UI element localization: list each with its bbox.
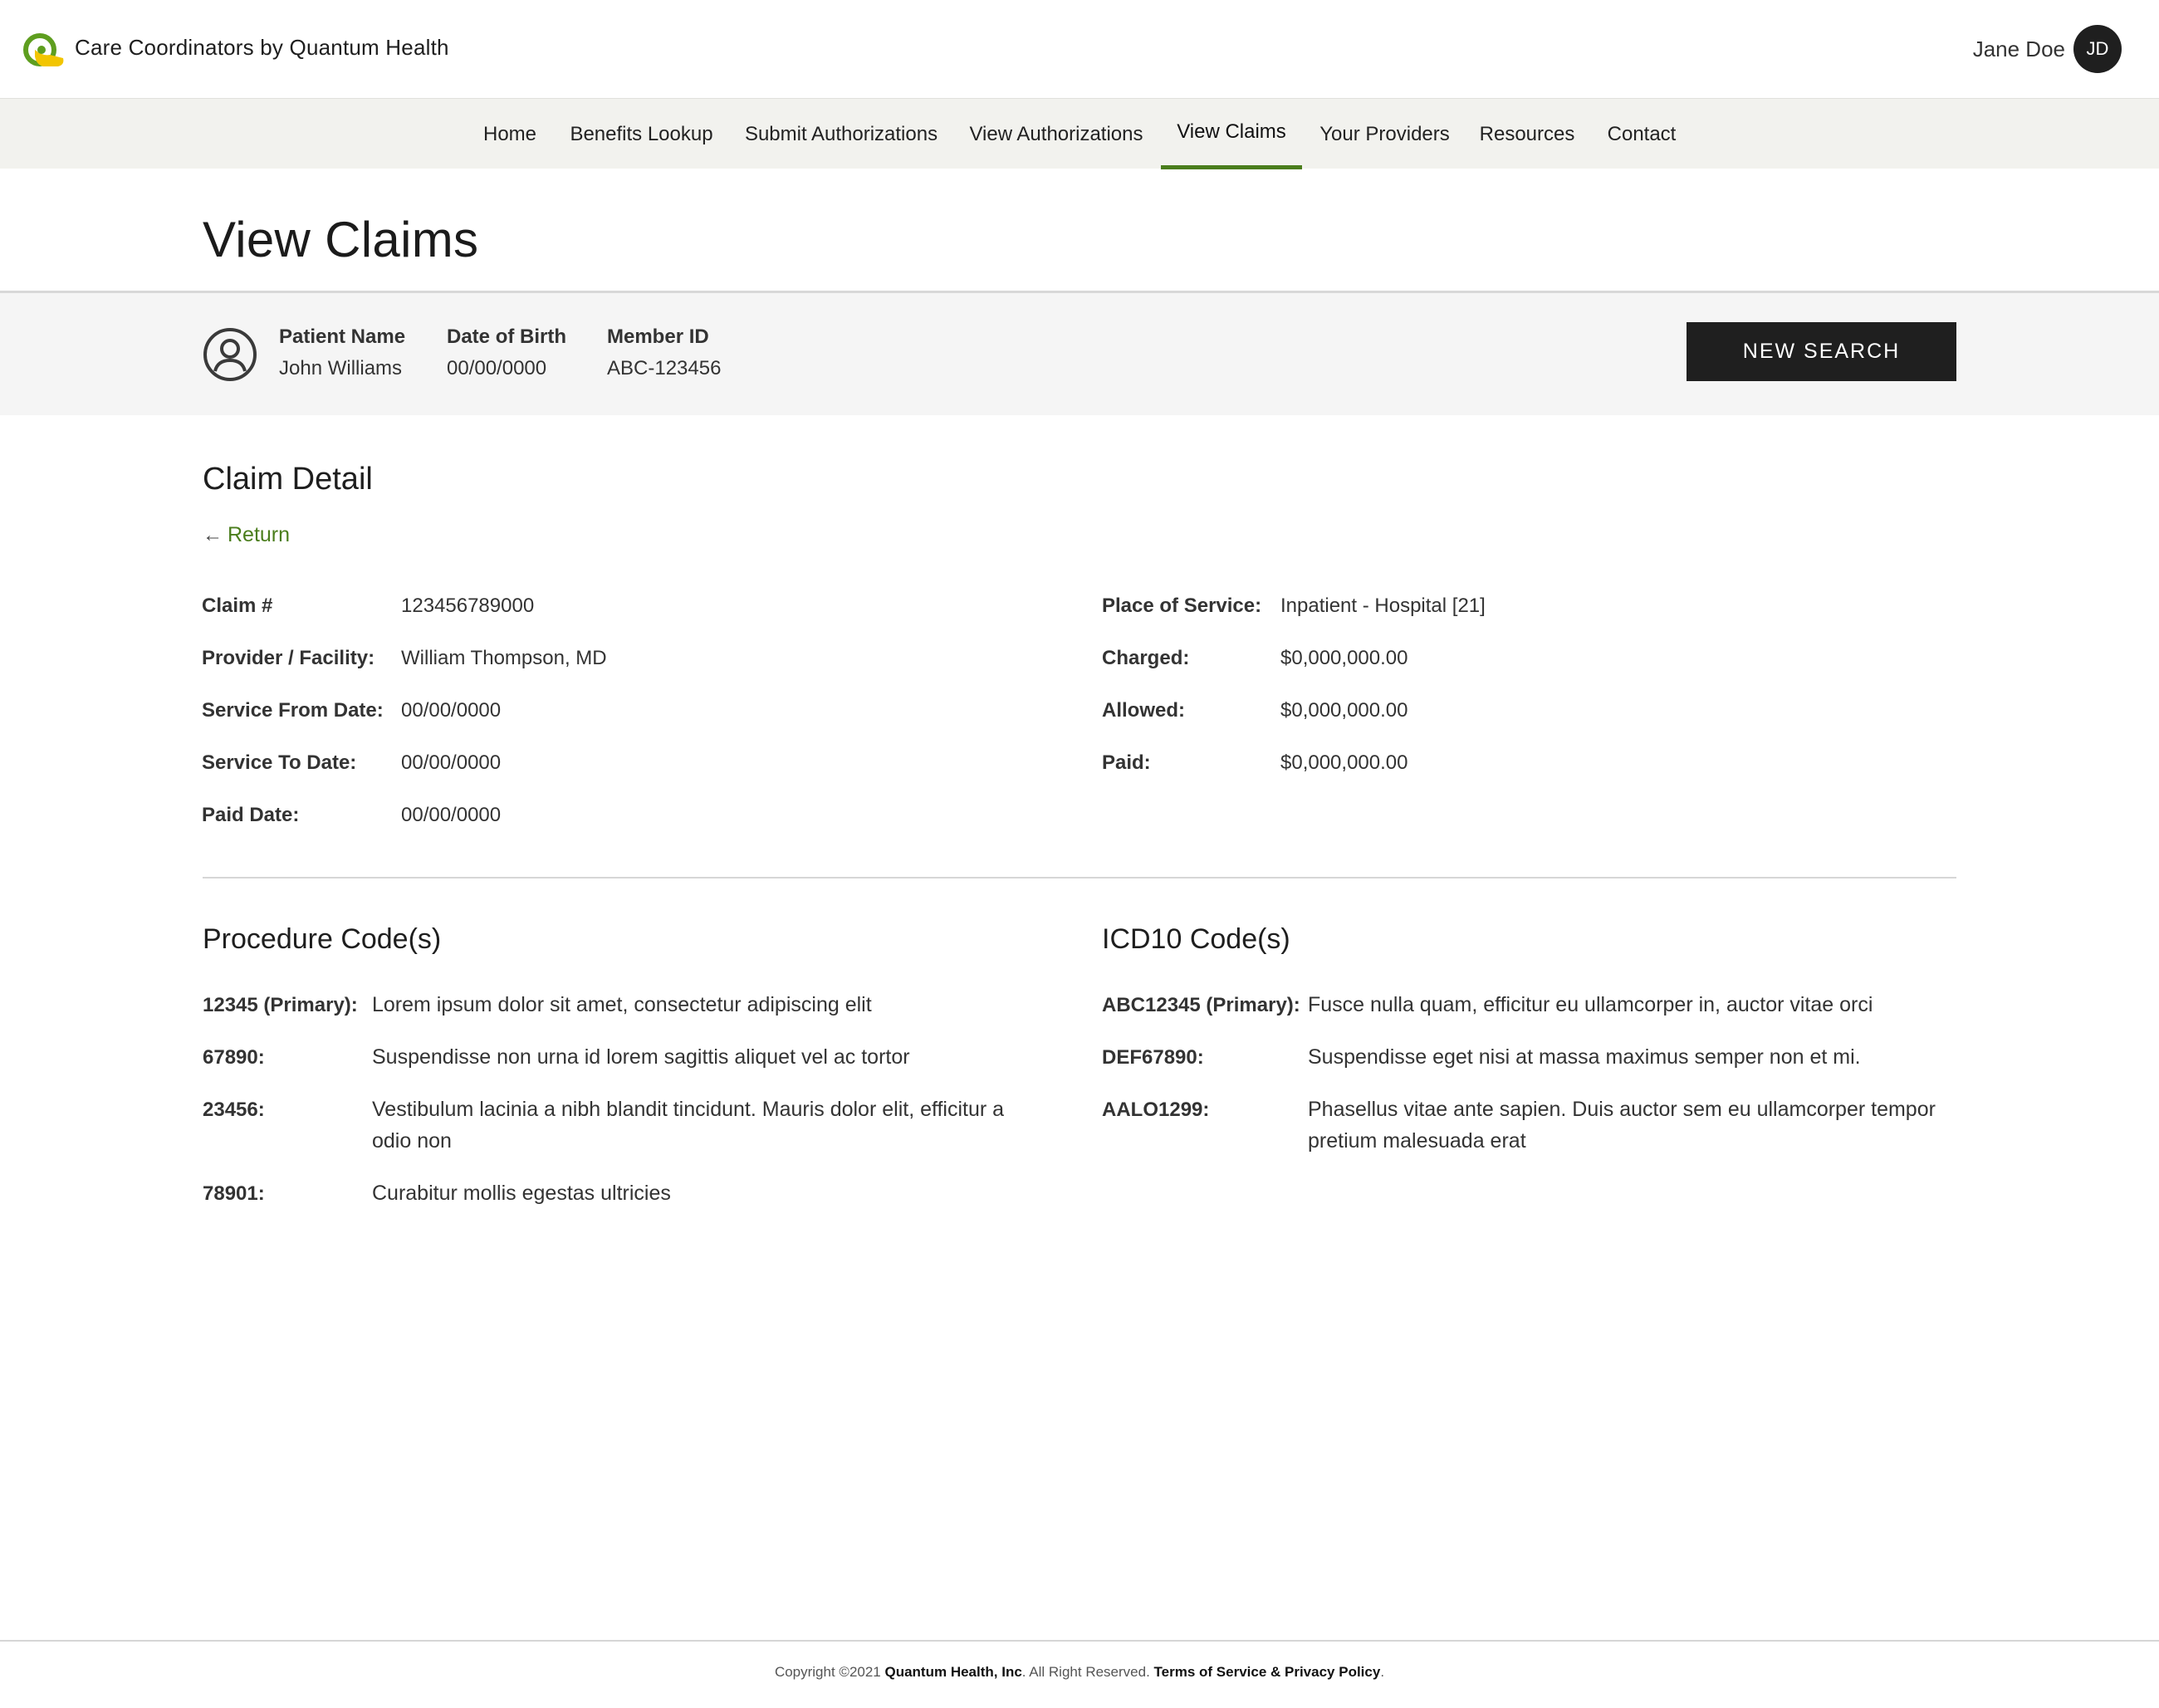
icd10-description: Suspendisse eget nisi at massa maximus s… [1308, 1045, 1861, 1069]
paid-label: Paid: [1102, 751, 1151, 774]
procedure-code: 23456: [203, 1099, 265, 1121]
charged-value: $0,000,000.00 [1280, 647, 1408, 669]
provider-value: William Thompson, MD [401, 647, 607, 669]
paid-date-label: Paid Date: [202, 804, 300, 826]
procedure-description: Curabitur mollis egestas ultricies [372, 1182, 671, 1205]
icd10-code: DEF67890: [1102, 1046, 1204, 1069]
user-avatar[interactable]: JD [2073, 25, 2122, 73]
procedure-description: Suspendisse non urna id lorem sagittis a… [372, 1045, 910, 1069]
dob-label: Date of Birth [447, 325, 566, 348]
footer-divider [0, 1640, 2159, 1642]
claim-number-value: 123456789000 [401, 595, 535, 617]
rights-text: . All Right Reserved. [1021, 1664, 1154, 1680]
service-from-value: 00/00/0000 [401, 699, 502, 722]
nav-item-view-authorizations[interactable]: View Authorizations [963, 99, 1149, 169]
claim-number-label: Claim # [202, 595, 273, 617]
icd10-description: Fusce nulla quam, efficitur eu ullamcorp… [1308, 993, 1873, 1016]
nav-item-your-providers[interactable]: Your Providers [1312, 99, 1457, 169]
procedure-code: 12345 (Primary): [203, 994, 358, 1016]
copyright-text: Copyright ©2021 [774, 1664, 885, 1680]
icd10-code: AALO1299: [1102, 1099, 1210, 1121]
section-divider [203, 877, 1956, 878]
icd10-description-line1: Phasellus vitae ante sapien. Duis auctor… [1308, 1098, 1936, 1121]
footer-period: . [1380, 1664, 1385, 1680]
place-of-service-label: Place of Service: [1102, 595, 1262, 617]
procedure-code: 78901: [203, 1182, 265, 1205]
patient-name-label: Patient Name [279, 325, 406, 348]
member-id-label: Member ID [607, 325, 709, 348]
new-search-button[interactable]: NEW SEARCH [1687, 322, 1956, 381]
user-circle-icon [203, 328, 257, 381]
procedure-code: 67890: [203, 1046, 265, 1069]
member-id-value: ABC-123456 [607, 357, 722, 379]
top-header: Care Coordinators by Quantum Health Jane… [0, 0, 2159, 98]
nav-item-view-claims[interactable]: View Claims [1161, 99, 1302, 169]
claim-detail-title: Claim Detail [203, 462, 373, 497]
nav-item-submit-authorizations[interactable]: Submit Authorizations [737, 99, 945, 169]
service-from-label: Service From Date: [202, 699, 384, 722]
return-label: Return [228, 523, 291, 546]
dob-value: 00/00/0000 [447, 357, 547, 379]
quantum-health-logo-icon[interactable] [22, 32, 68, 68]
procedure-description-line1: Vestibulum lacinia a nibh blandit tincid… [372, 1098, 1005, 1121]
company-name: Quantum Health, Inc [884, 1664, 1022, 1680]
footer: Copyright ©2021 Quantum Health, Inc. All… [0, 1664, 2159, 1681]
arrow-left-icon: ← [203, 523, 223, 546]
page-title: View Claims [203, 212, 479, 267]
brand-name[interactable]: Care Coordinators by Quantum Health [75, 35, 449, 61]
paid-date-value: 00/00/0000 [401, 804, 502, 826]
user-name[interactable]: Jane Doe [1973, 37, 2065, 62]
patient-name-value: John Williams [279, 357, 403, 379]
procedure-description-line2: odio non [372, 1129, 452, 1153]
paid-value: $0,000,000.00 [1280, 751, 1408, 774]
service-to-value: 00/00/0000 [401, 751, 502, 774]
charged-label: Charged: [1102, 647, 1190, 669]
main-nav: Home Benefits Lookup Submit Authorizatio… [0, 98, 2159, 169]
icd10-codes-title: ICD10 Code(s) [1102, 923, 1290, 955]
icd10-description-line2: pretium malesuada erat [1308, 1129, 1526, 1153]
service-to-label: Service To Date: [202, 751, 357, 774]
nav-item-resources[interactable]: Resources [1473, 99, 1581, 169]
place-of-service-value: Inpatient - Hospital [21] [1280, 595, 1486, 617]
nav-item-contact[interactable]: Contact [1596, 99, 1687, 169]
return-link[interactable]: ← Return [203, 523, 290, 547]
procedure-description: Lorem ipsum dolor sit amet, consectetur … [372, 993, 872, 1016]
provider-label: Provider / Facility: [202, 647, 375, 669]
terms-privacy-link[interactable]: Terms of Service & Privacy Policy [1154, 1664, 1381, 1680]
allowed-label: Allowed: [1102, 699, 1185, 722]
icd10-code: ABC12345 (Primary): [1102, 994, 1300, 1016]
procedure-codes-title: Procedure Code(s) [203, 923, 442, 955]
nav-item-home[interactable]: Home [470, 99, 550, 169]
nav-item-benefits-lookup[interactable]: Benefits Lookup [565, 99, 718, 169]
allowed-value: $0,000,000.00 [1280, 699, 1408, 722]
